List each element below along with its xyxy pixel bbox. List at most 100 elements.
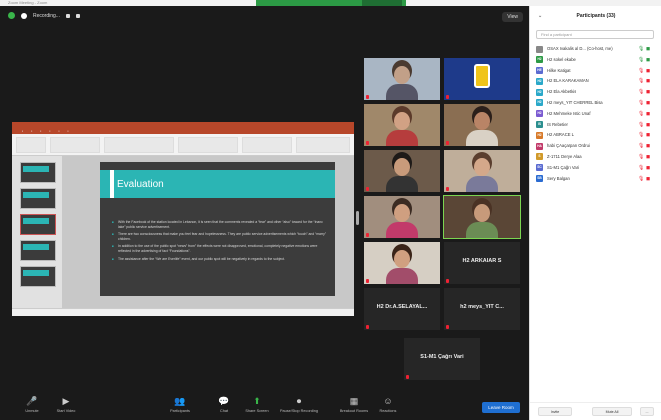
- participant-row[interactable]: IS IS Rebetier 🎙 ◼: [530, 120, 661, 131]
- video-tile[interactable]: h2 meys_YIT C...: [444, 288, 520, 330]
- more-button[interactable]: ...: [640, 407, 654, 416]
- recording-button[interactable]: ⏺ Pause/Stop Recording: [279, 396, 319, 413]
- meeting-topbar: Recording... View: [0, 6, 529, 28]
- meeting-toolbar: 🎤 Unmute ▶ Start Video 👥 Participants 💬 …: [0, 394, 529, 420]
- participant-search-input[interactable]: Find a participant: [536, 30, 654, 39]
- participant-video: [382, 248, 422, 284]
- ppt-ribbon: [12, 134, 354, 156]
- camera-icon[interactable]: ◼: [646, 57, 650, 63]
- video-tile[interactable]: [443, 195, 521, 239]
- participant-row[interactable]: SB Sery Balgan 🎙 ◼: [530, 174, 661, 185]
- logo-avatar: [474, 64, 490, 88]
- camera-icon[interactable]: ◼: [646, 68, 650, 74]
- microphone-icon[interactable]: 🎙: [638, 68, 644, 74]
- window-title: Zoom Meeting - Zoom: [8, 0, 48, 5]
- view-button[interactable]: View: [502, 12, 523, 22]
- slide-bullet: With the Facebook of the station located…: [112, 220, 327, 229]
- participant-row[interactable]: H2 H2 ELA KARAKAMAN 🎙 ◼: [530, 76, 661, 87]
- video-tile[interactable]: [364, 196, 440, 238]
- zoom-window: Zoom Meeting - Zoom Recording... View ▪ …: [0, 0, 661, 420]
- video-tile[interactable]: [364, 150, 440, 192]
- participants-button[interactable]: 👥 Participants: [160, 396, 200, 413]
- participant-row[interactable]: H2 H2 ABRACE L 🎙 ◼: [530, 130, 661, 141]
- video-tile[interactable]: [444, 150, 520, 192]
- participant-row[interactable]: H2 H2 Mehmeke Istic Unaf 🎙 ◼: [530, 109, 661, 120]
- microphone-icon[interactable]: 🎙: [638, 47, 644, 52]
- avatar: H2: [536, 56, 543, 64]
- participant-row[interactable]: SC S1-M1 Çağrı Vari 🎙 ◼: [530, 163, 661, 174]
- slide-canvas: Evaluation With the Facebook of the stat…: [62, 156, 354, 308]
- microphone-icon[interactable]: 🎙: [638, 165, 644, 171]
- camera-icon[interactable]: ◼: [646, 90, 650, 95]
- participant-name: S1-M1 Çağrı Vari: [547, 164, 580, 170]
- participant-row[interactable]: HA habi ÇAaçarpan Ordrui 🎙 ◼: [530, 141, 661, 152]
- microphone-icon[interactable]: 🎙: [638, 79, 644, 84]
- microphone-icon[interactable]: 🎙: [638, 154, 644, 160]
- camera-icon[interactable]: ◼: [646, 79, 650, 84]
- camera-icon[interactable]: ◼: [646, 122, 650, 128]
- slide-bullets: With the Facebook of the station located…: [112, 220, 327, 264]
- video-tile[interactable]: S1-M1 Çağrı Vari: [404, 338, 480, 380]
- muted-mic-icon: [366, 279, 369, 283]
- microphone-icon[interactable]: 🎙: [638, 133, 644, 138]
- video-tile[interactable]: H2 ARKAIAR S: [444, 242, 520, 284]
- muted-mic-icon: [366, 95, 369, 99]
- avatar: SC: [536, 164, 543, 172]
- participant-row[interactable]: H2 H2 meys_YIT CHERREL Bisa 🎙 ◼: [530, 98, 661, 109]
- start-video-button[interactable]: ▶ Start Video: [46, 396, 86, 413]
- share-screen-button[interactable]: ⬆ Share Screen: [237, 396, 277, 413]
- participant-name: Sery Balgan: [547, 175, 570, 181]
- mute-all-button[interactable]: Mute All: [592, 407, 632, 416]
- participant-name: H2 ARKAIAR S: [462, 258, 502, 264]
- recording-icon: [21, 12, 27, 19]
- participants-panel: ⌄ Participants (33) Find a participant O…: [529, 6, 661, 420]
- camera-icon[interactable]: ◼: [646, 176, 650, 182]
- video-tile[interactable]: H2 Dr.A.SELAYAL...: [364, 288, 440, 330]
- slide-thumbnail: [20, 214, 56, 235]
- camera-icon[interactable]: ◼: [646, 100, 650, 106]
- shield-icon[interactable]: [8, 12, 15, 19]
- participant-row[interactable]: H2 H2 Ela Akbetkis 🎙 ◼: [530, 87, 661, 98]
- participant-video: [462, 156, 502, 192]
- participant-video: [382, 156, 422, 192]
- microphone-icon[interactable]: 🎙: [638, 122, 644, 128]
- ribbon-group: [104, 137, 174, 153]
- video-tile[interactable]: [444, 104, 520, 146]
- camera-icon[interactable]: ◼: [646, 111, 650, 117]
- split-drag-handle[interactable]: [356, 211, 359, 225]
- video-tile[interactable]: [444, 58, 520, 100]
- participant-name: S1-M1 Çağrı Vari: [420, 354, 464, 360]
- participant-row[interactable]: HE Hilke Katigat 🎙 ◼: [530, 66, 661, 77]
- camera-icon[interactable]: ◼: [646, 144, 650, 149]
- panel-header: ⌄ Participants (33): [530, 10, 661, 22]
- participant-row[interactable]: OSAX Ivakalis al D... (Co-host, me) 🎙 ◼: [530, 44, 661, 55]
- participant-row[interactable]: H2 H2 sokel ekabe 🎙 ◼: [530, 55, 661, 66]
- microphone-icon[interactable]: 🎙: [638, 57, 644, 63]
- share-icon: ⬆: [253, 396, 261, 406]
- reactions-icon: ☺: [383, 396, 393, 406]
- camera-icon[interactable]: ◼: [646, 133, 650, 138]
- participant-name: h2 meys_YIT C...: [460, 304, 504, 310]
- camera-icon[interactable]: ◼: [646, 165, 650, 171]
- invite-button[interactable]: Invite: [538, 407, 572, 416]
- participant-video: [462, 202, 502, 238]
- microphone-icon[interactable]: 🎙: [638, 90, 644, 95]
- pause-icon[interactable]: [65, 13, 70, 18]
- microphone-icon[interactable]: 🎙: [638, 100, 644, 106]
- chevron-down-icon[interactable]: ⌄: [538, 10, 542, 22]
- microphone-icon[interactable]: 🎙: [638, 111, 644, 117]
- participant-name: H2 ELA KARAKAMAN: [547, 78, 589, 84]
- stop-icon[interactable]: [75, 13, 80, 18]
- camera-icon[interactable]: ◼: [646, 154, 650, 160]
- participant-name: H2 Dr.A.SELAYAL...: [376, 304, 428, 310]
- microphone-icon[interactable]: 🎙: [638, 176, 644, 182]
- camera-icon[interactable]: ◼: [646, 47, 650, 52]
- reactions-button[interactable]: ☺ Reactions: [368, 396, 408, 413]
- microphone-icon[interactable]: 🎙: [638, 144, 644, 149]
- video-tile[interactable]: [364, 58, 440, 100]
- participant-row[interactable]: S Z-1711 Derye Alaa 🎙 ◼: [530, 152, 661, 163]
- video-tile[interactable]: [364, 242, 440, 284]
- video-tile[interactable]: [364, 104, 440, 146]
- participant-name: Z-1711 Derye Alaa: [547, 153, 582, 159]
- leave-button[interactable]: Leave Room: [482, 402, 520, 413]
